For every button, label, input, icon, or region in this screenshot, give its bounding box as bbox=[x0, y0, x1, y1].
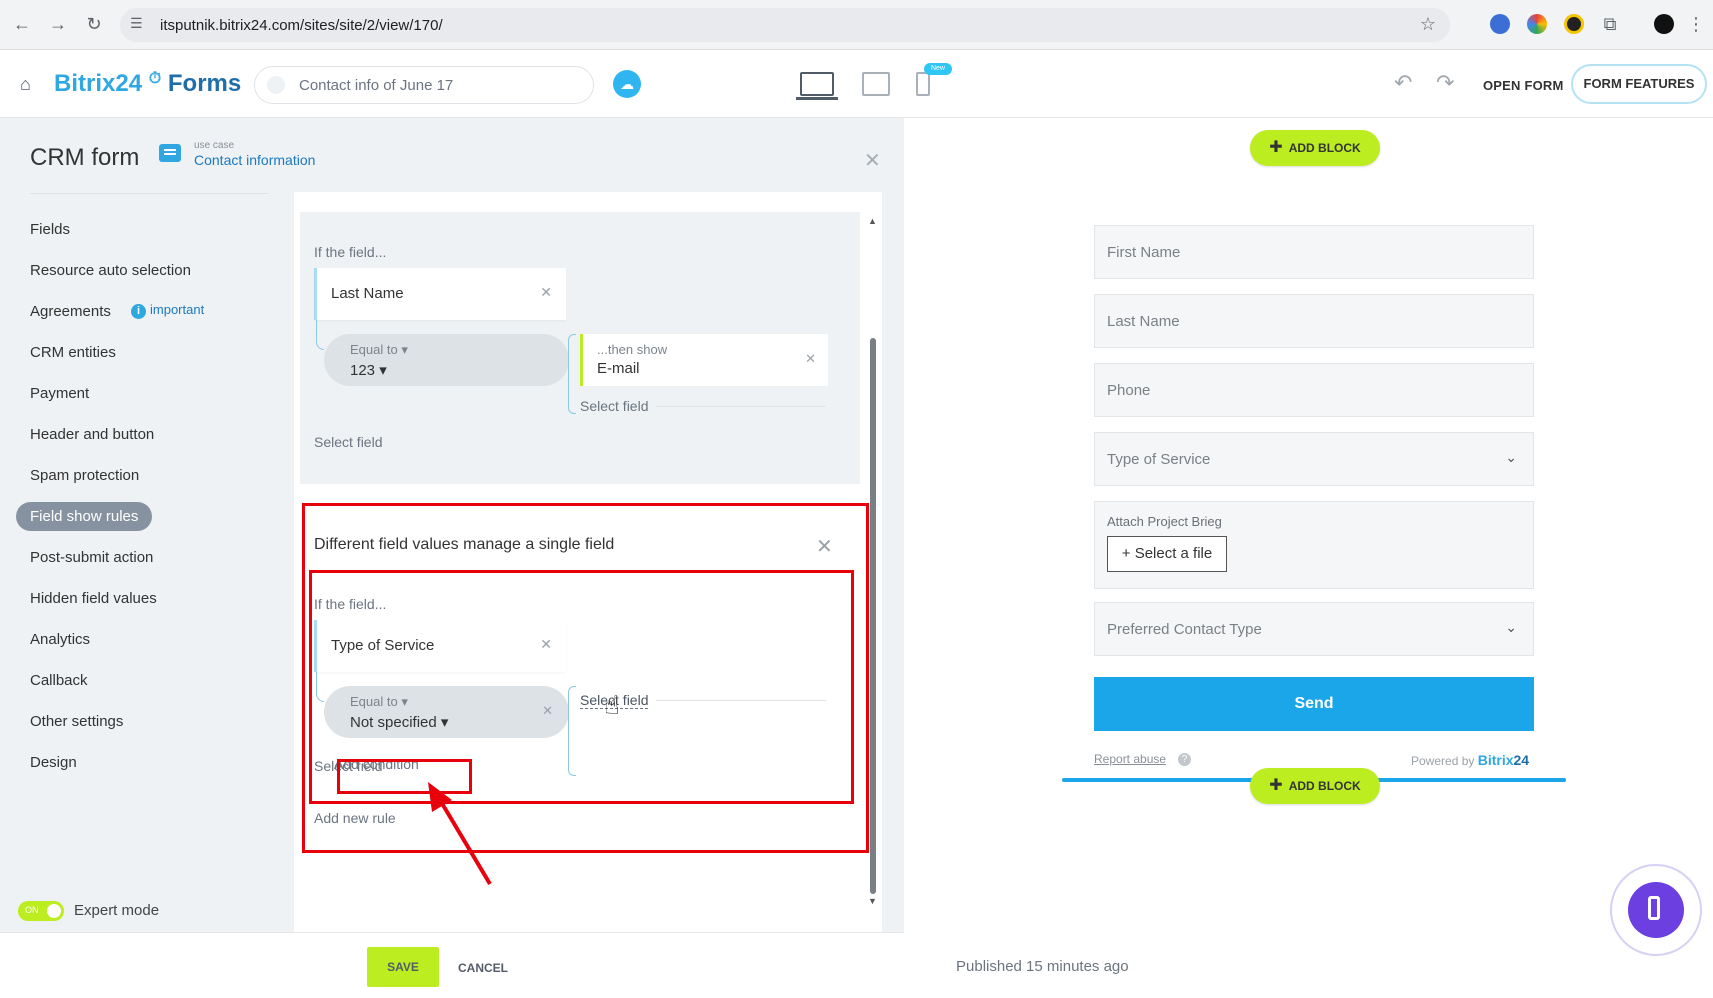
preview-field-attach-brief: Attach Project Brieg + Select a file bbox=[1094, 501, 1534, 589]
field-label: Last Name bbox=[1107, 313, 1180, 330]
powered-by: Powered by Bitrix24 bbox=[1411, 752, 1529, 768]
chevron-down-icon: ⌄ bbox=[1505, 449, 1517, 465]
field-label: First Name bbox=[1107, 244, 1181, 261]
field-label: Phone bbox=[1107, 382, 1151, 399]
preview-field-phone[interactable]: Phone bbox=[1094, 363, 1534, 417]
footer-bar: SAVE CANCEL bbox=[0, 932, 904, 998]
mobile-phone-icon bbox=[1628, 882, 1684, 938]
file-field-label: Attach Project Brieg bbox=[1107, 514, 1222, 529]
add-block-label: ADD BLOCK bbox=[1288, 141, 1361, 155]
report-abuse-link[interactable]: Report abuse bbox=[1094, 752, 1166, 766]
powered-brand: Bitrix24 bbox=[1478, 752, 1529, 768]
published-status: Published 15 minutes ago bbox=[956, 958, 1129, 975]
preview-field-type-of-service[interactable]: Type of Service ⌄ bbox=[1094, 432, 1534, 486]
add-block-label: ADD BLOCK bbox=[1288, 779, 1361, 793]
powered-brand-name: Bitrix bbox=[1477, 752, 1514, 768]
select-file-button[interactable]: + Select a file bbox=[1107, 536, 1227, 572]
select-file-label: Select a file bbox=[1134, 545, 1213, 562]
cancel-button[interactable]: CANCEL bbox=[458, 961, 508, 975]
powered-brand-number: 24 bbox=[1513, 752, 1530, 768]
help-icon[interactable]: ? bbox=[1178, 753, 1191, 766]
field-label: Type of Service bbox=[1107, 451, 1211, 468]
chevron-down-icon: ⌄ bbox=[1505, 619, 1517, 635]
add-block-button[interactable]: ✚ ADD BLOCK bbox=[1250, 130, 1380, 166]
powered-by-label: Powered by bbox=[1411, 754, 1475, 768]
send-button[interactable]: Send bbox=[1094, 677, 1534, 731]
scroll-down-icon[interactable]: ▼ bbox=[868, 896, 877, 906]
mobile-preview-button[interactable] bbox=[1610, 864, 1702, 956]
plus-icon: + bbox=[1121, 545, 1135, 562]
preview-field-first-name[interactable]: First Name bbox=[1094, 225, 1534, 279]
add-block-button[interactable]: ✚ ADD BLOCK bbox=[1250, 768, 1380, 804]
form-preview: ✚ ADD BLOCK First Name Last Name Phone Ty… bbox=[904, 118, 1713, 998]
scroll-up-icon[interactable]: ▲ bbox=[868, 216, 877, 226]
preview-field-last-name[interactable]: Last Name bbox=[1094, 294, 1534, 348]
field-label: Preferred Contact Type bbox=[1107, 621, 1262, 638]
rules-scrollbar-thumb[interactable] bbox=[870, 338, 876, 894]
plus-icon: ✚ bbox=[1269, 777, 1283, 794]
save-button[interactable]: SAVE bbox=[367, 947, 439, 987]
preview-field-preferred-contact[interactable]: Preferred Contact Type ⌄ bbox=[1094, 602, 1534, 656]
plus-icon: ✚ bbox=[1269, 139, 1283, 156]
